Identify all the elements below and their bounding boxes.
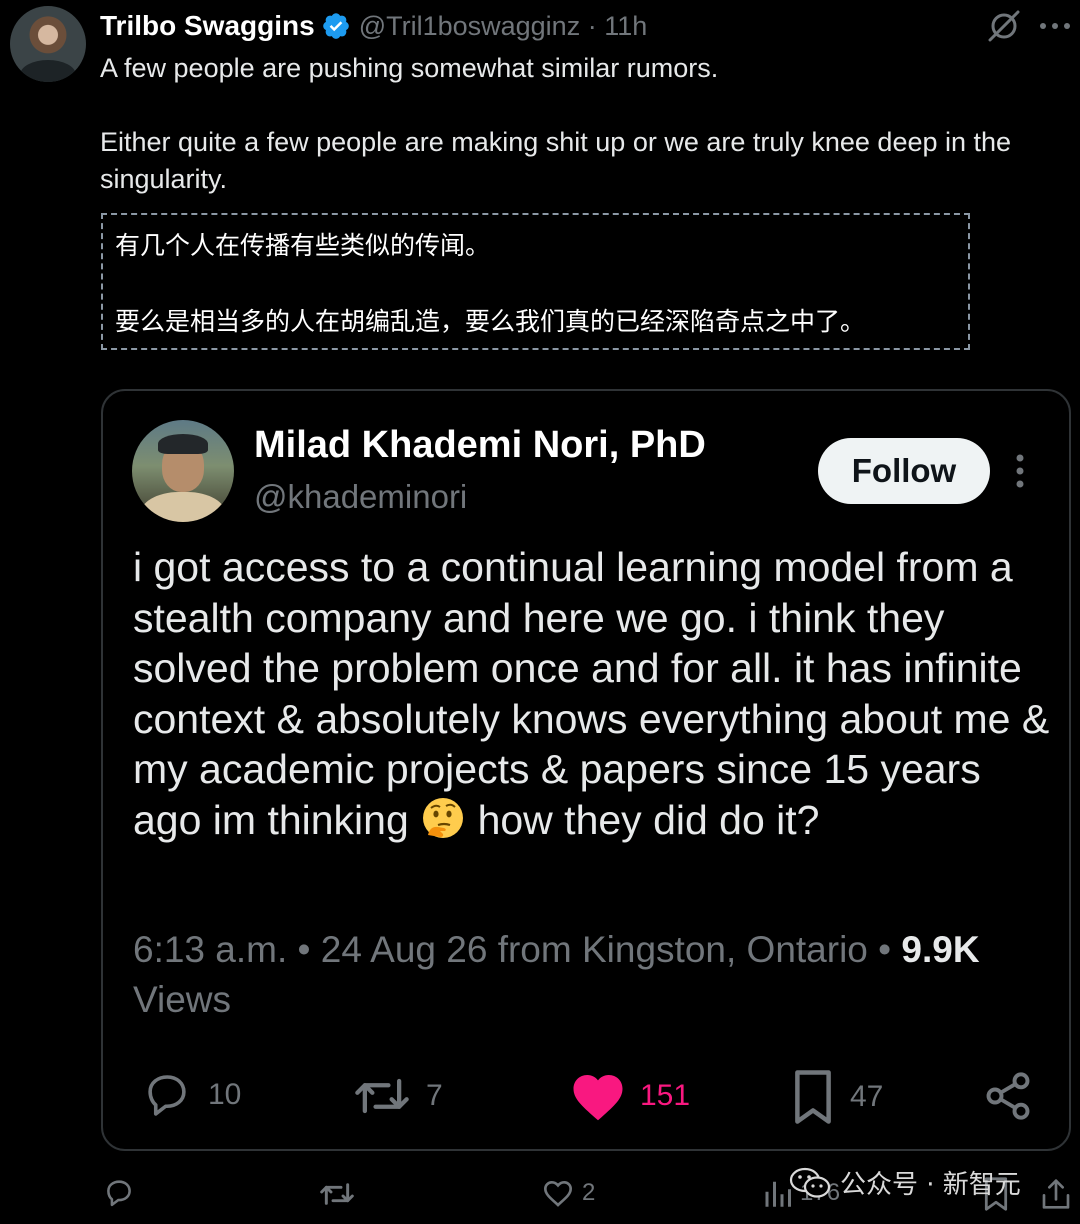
- views-label: Views: [133, 979, 232, 1020]
- share-icon: [986, 1072, 1030, 1120]
- author-name[interactable]: Trilbo Swaggins: [100, 10, 315, 42]
- repost-count: 7: [426, 1079, 443, 1112]
- verified-badge-icon: [322, 13, 349, 39]
- bookmark-icon: [795, 1070, 831, 1124]
- outer-heart-icon: [543, 1180, 573, 1207]
- author-row: Trilbo Swaggins @Tril1boswagginz · 11h: [100, 8, 647, 44]
- translation-box: 有几个人在传播有些类似的传闻。 要么是相当多的人在胡编乱造，要么我们真的已经深陷…: [101, 213, 970, 350]
- wechat-watermark: 公众号 · 新智元: [788, 1164, 1021, 1201]
- tweet-text-line: Either quite a few people are making shi…: [100, 127, 1012, 194]
- outer-like-count: 2: [582, 1179, 596, 1206]
- outer-share-button[interactable]: [1040, 1176, 1072, 1212]
- watermark-text: 公众号 · 新智元: [840, 1170, 1021, 1200]
- wechat-logo-icon: [789, 1167, 831, 1198]
- like-count: 151: [640, 1079, 691, 1112]
- repost-icon: [355, 1078, 409, 1114]
- author-handle-time[interactable]: @Tril1boswagginz · 11h: [359, 11, 648, 42]
- tweet-text: A few people are pushing somewhat simila…: [100, 50, 1075, 198]
- author-avatar[interactable]: [10, 6, 86, 82]
- quoted-more-icon[interactable]: [1008, 452, 1032, 490]
- outer-repost-icon: [320, 1183, 354, 1205]
- outer-share-icon: [1042, 1179, 1070, 1209]
- share-button[interactable]: [982, 1070, 1034, 1122]
- more-options-icon[interactable]: [1038, 14, 1072, 38]
- timestamp-location[interactable]: 6:13 a.m. • 24 Aug 26 from Kingston, Ont…: [133, 929, 901, 970]
- bookmark-count: 47: [850, 1080, 884, 1113]
- quoted-text-tail: how they did do it?: [466, 796, 820, 843]
- repost-button[interactable]: 7: [352, 1070, 443, 1122]
- bookmark-button[interactable]: 47: [790, 1068, 883, 1126]
- outer-like-button[interactable]: 2: [542, 1178, 595, 1208]
- grok-icon[interactable]: [986, 8, 1022, 44]
- quoted-author-avatar[interactable]: [132, 420, 234, 522]
- quoted-author-handle[interactable]: @khademinori: [254, 478, 467, 516]
- reply-count: 10: [208, 1078, 242, 1111]
- views-count: 9.9K: [901, 929, 980, 970]
- translation-line: 有几个人在传播有些类似的传闻。: [115, 231, 491, 260]
- outer-reply-icon: [107, 1180, 131, 1207]
- follow-button[interactable]: Follow: [818, 438, 990, 504]
- heart-filled-icon: [573, 1075, 623, 1121]
- outer-reply-button[interactable]: [102, 1176, 136, 1210]
- reply-button[interactable]: 10: [140, 1068, 241, 1122]
- thinking-face-emoji-icon: [423, 797, 464, 838]
- like-button[interactable]: 151: [570, 1070, 690, 1122]
- quoted-tweet-text: i got access to a continual learning mod…: [133, 542, 1053, 845]
- quoted-author-name[interactable]: Milad Khademi Nori, PhD: [254, 424, 706, 467]
- quoted-tweet-meta: 6:13 a.m. • 24 Aug 26 from Kingston, Ont…: [133, 925, 1033, 1025]
- reply-icon: [148, 1075, 186, 1116]
- outer-repost-button[interactable]: [318, 1178, 356, 1210]
- translation-line: 要么是相当多的人在胡编乱造，要么我们真的已经深陷奇点之中了。: [115, 307, 866, 336]
- tweet-text-line: A few people are pushing somewhat simila…: [100, 53, 719, 83]
